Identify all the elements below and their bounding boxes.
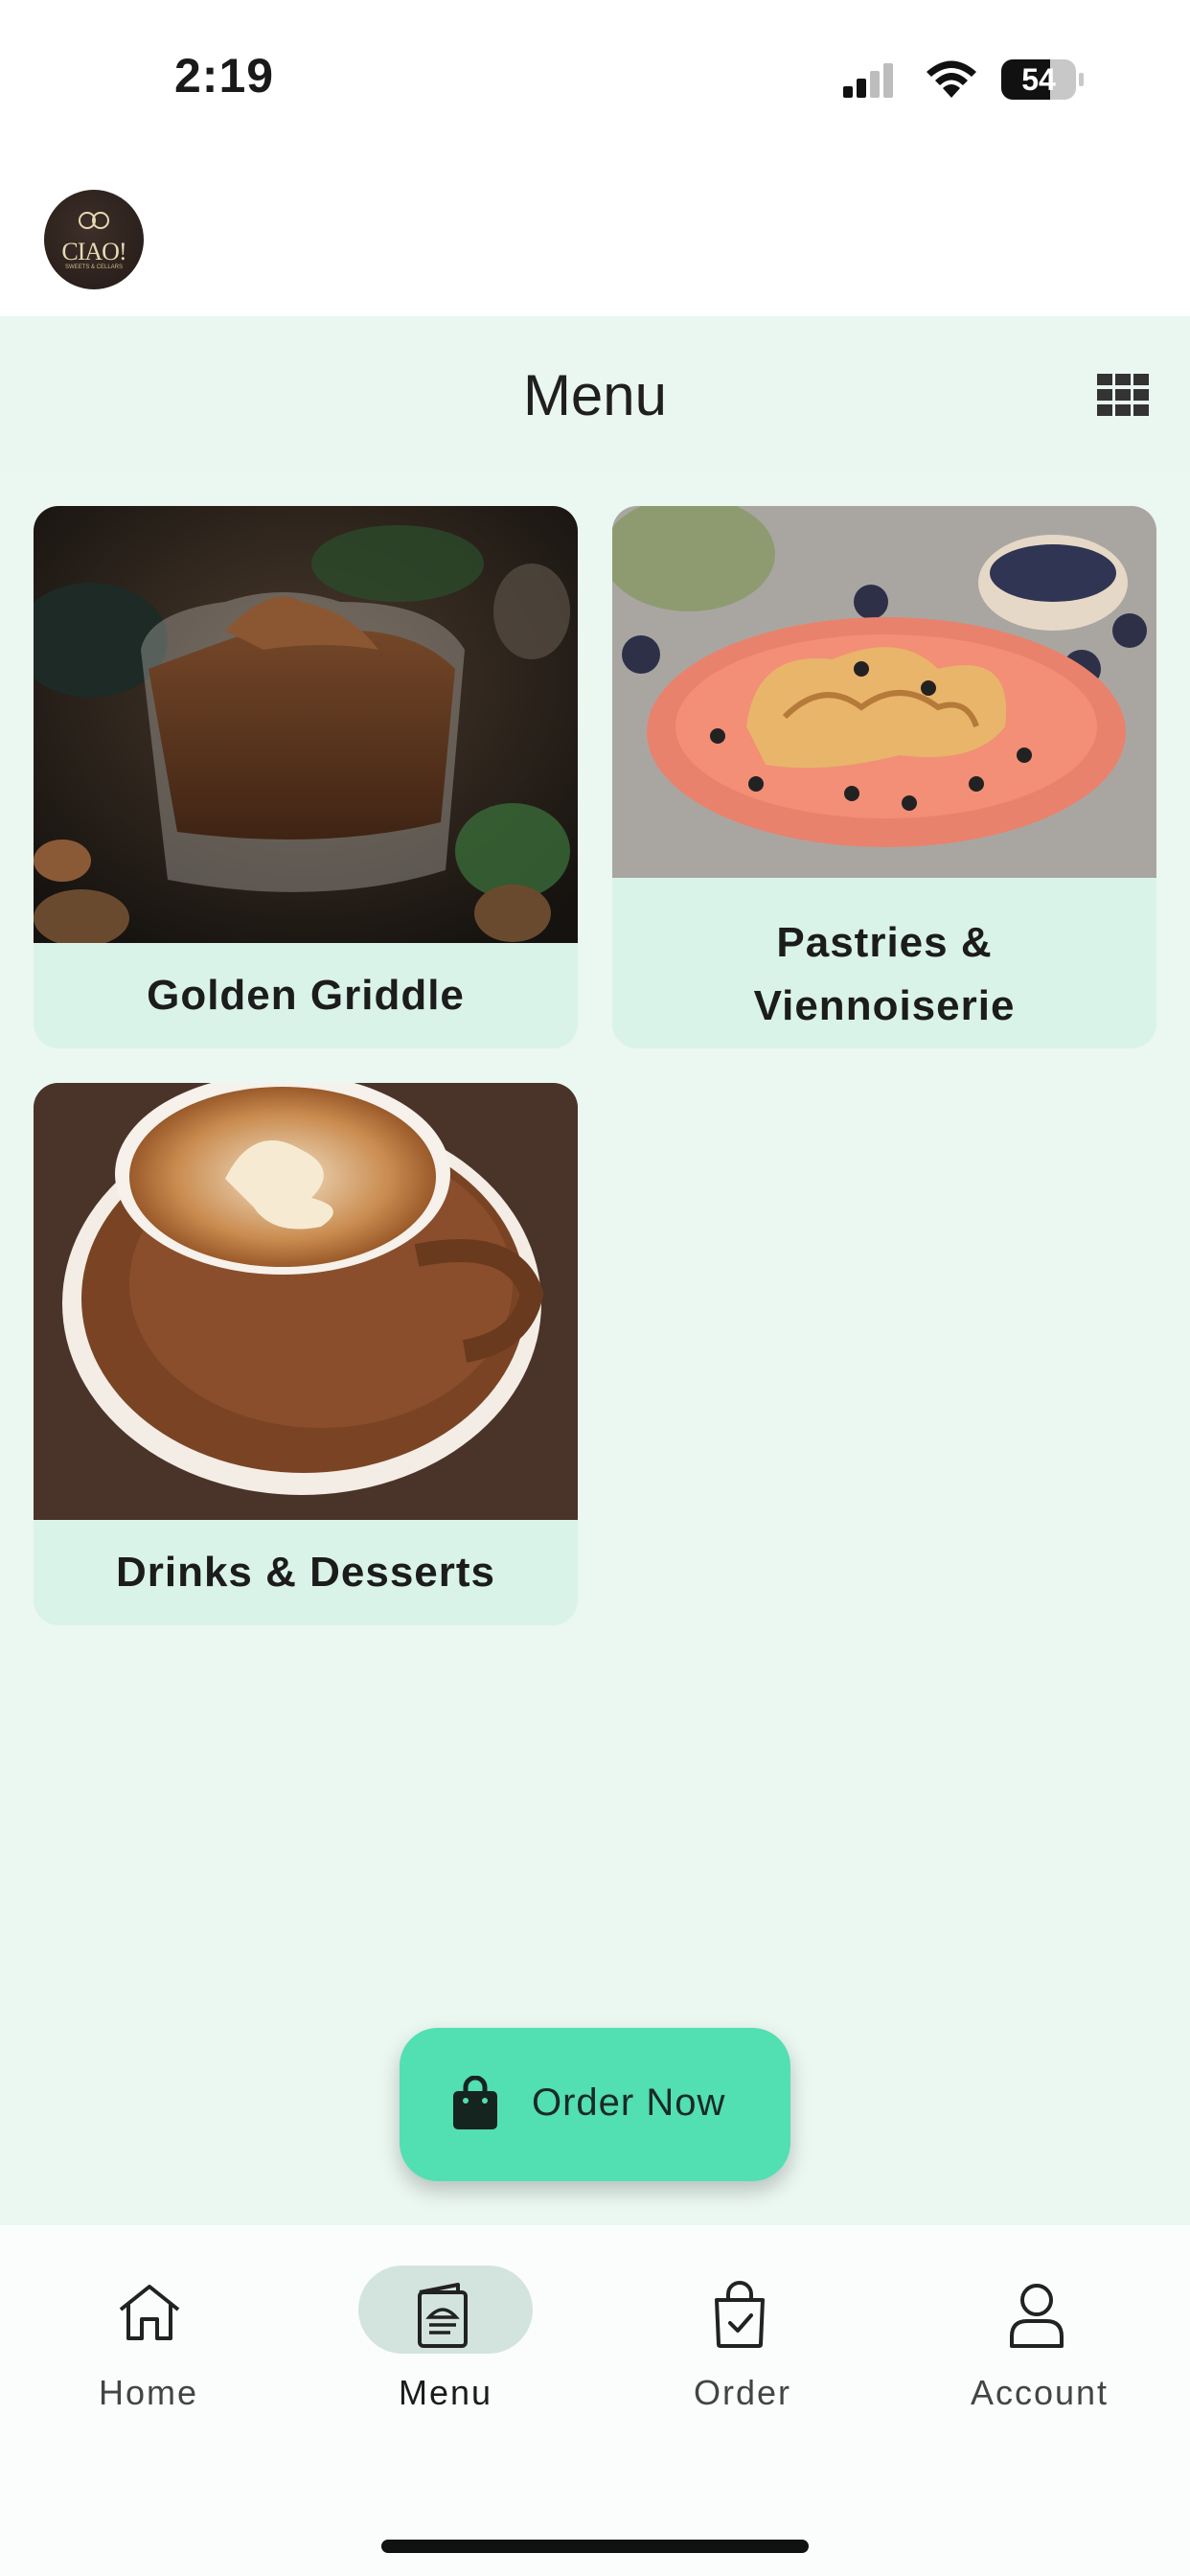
nav-label-order: Order <box>693 2373 792 2412</box>
category-label-line1: Pastries & <box>776 919 993 966</box>
battery-icon: 54 <box>1001 59 1084 100</box>
nav-item-order[interactable]: Order <box>630 2264 851 2417</box>
nav-item-menu[interactable]: Menu <box>333 2264 554 2417</box>
nav-label-home: Home <box>98 2373 199 2412</box>
chocolate-mousse-image <box>34 506 578 943</box>
status-bar: 2:19 54 <box>0 0 1190 163</box>
menu-book-icon <box>418 2283 468 2348</box>
brand-logo[interactable]: CIAO! SWEETS & CELLARS <box>44 190 144 289</box>
wifi-icon <box>927 60 976 98</box>
cellular-signal-icon <box>843 63 893 98</box>
home-indicator[interactable] <box>381 2540 809 2553</box>
bottom-navigation: Home Menu Order Account <box>0 2225 1190 2576</box>
category-card-drinks-desserts[interactable]: Drinks & Desserts <box>34 1083 578 1625</box>
grid-view-icon[interactable] <box>1097 374 1149 416</box>
shopping-bag-icon <box>453 2076 497 2129</box>
nav-label-account: Account <box>970 2373 1110 2412</box>
category-label: Golden Griddle <box>147 972 465 1019</box>
logo-rings-icon <box>79 212 109 229</box>
category-card-golden-griddle[interactable]: Golden Griddle <box>34 506 578 1048</box>
top-header: CIAO! SWEETS & CELLARS <box>0 163 1190 316</box>
order-bag-icon <box>715 2281 765 2348</box>
menu-content: Golden Griddle Pastries & Viennoiserie D… <box>0 472 1190 2225</box>
nav-item-home[interactable]: Home <box>36 2264 257 2417</box>
latte-image <box>34 1083 578 1520</box>
status-time: 2:19 <box>174 49 275 103</box>
pastries-image <box>612 506 1156 878</box>
logo-text: CIAO! <box>61 238 126 265</box>
title-bar: Menu <box>0 316 1190 472</box>
home-icon <box>119 2285 180 2340</box>
battery-level: 54 <box>1021 62 1056 97</box>
category-label: Pastries & Viennoiserie <box>612 901 1156 1048</box>
nav-label-menu: Menu <box>398 2373 493 2412</box>
account-icon <box>1010 2284 1064 2348</box>
page-title: Menu <box>522 363 668 427</box>
order-now-label: Order Now <box>532 2082 726 2124</box>
nav-item-account[interactable]: Account <box>927 2264 1148 2417</box>
order-now-button[interactable]: Order Now <box>400 2028 790 2181</box>
category-card-pastries-viennoiserie[interactable]: Pastries & Viennoiserie <box>612 506 1156 1048</box>
category-label-line2: Viennoiserie <box>753 982 1016 1029</box>
category-label: Drinks & Desserts <box>115 1549 496 1596</box>
logo-subtext: SWEETS & CELLARS <box>64 264 124 270</box>
